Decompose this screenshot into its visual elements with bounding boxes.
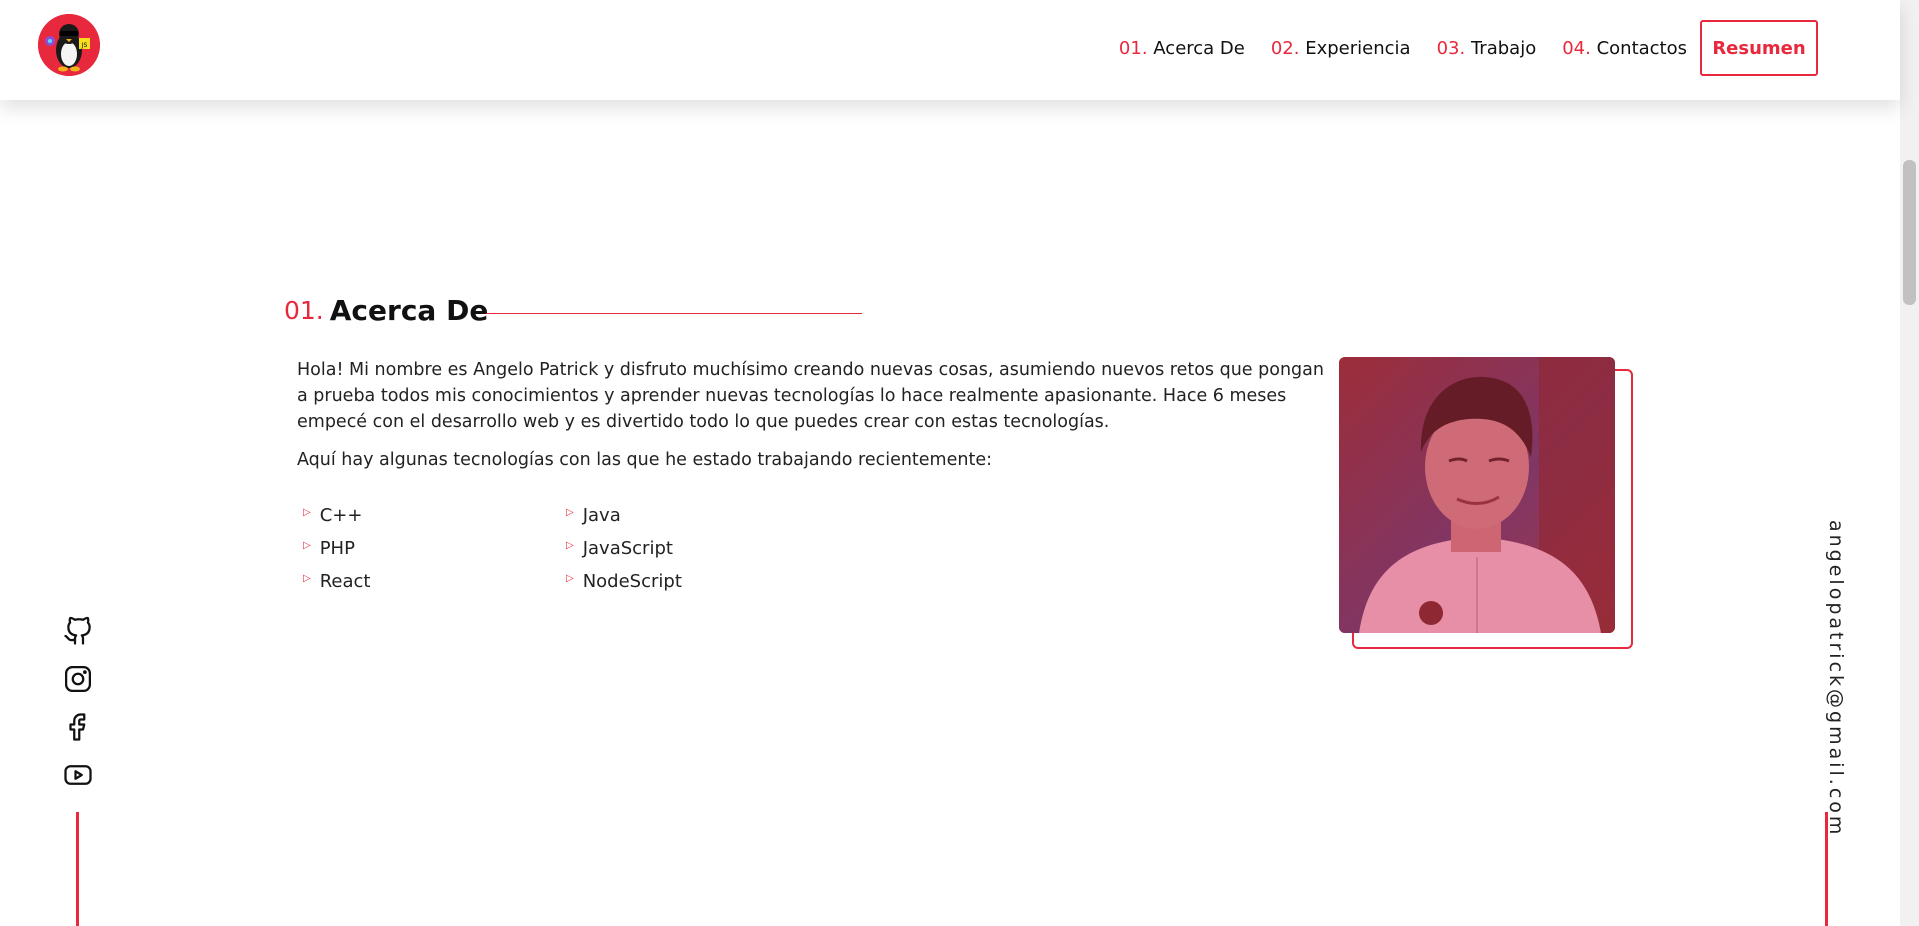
list-item: ▷ JavaScript xyxy=(566,536,726,562)
section-title: 01. Acerca De xyxy=(284,294,488,327)
instagram-icon[interactable] xyxy=(63,664,93,694)
email-link[interactable]: angelopatrick@gmail.com xyxy=(1825,520,1847,837)
left-vertical-line xyxy=(76,812,79,926)
about-paragraph-2: Aquí hay algunas tecnologías con las que… xyxy=(297,450,992,470)
penguin-logo-icon: JS xyxy=(38,14,100,76)
list-item: ▷ Java xyxy=(566,503,726,529)
technology-list: ▷ C++ ▷ Java ▷ PHP ▷ JavaScript ▷ React ▷ Node… xyxy=(303,503,723,595)
main-nav: 01. Acerca De 02. Experiencia 03. Trabaj… xyxy=(1119,0,1687,96)
section-divider xyxy=(486,313,862,314)
list-item: ▷ PHP xyxy=(303,536,566,562)
triangle-bullet-icon: ▷ xyxy=(303,540,311,551)
scrollbar-thumb[interactable] xyxy=(1903,160,1916,305)
github-icon[interactable] xyxy=(63,616,93,646)
nav-item-contactos[interactable]: 04. Contactos xyxy=(1562,38,1687,59)
facebook-icon[interactable] xyxy=(63,712,93,742)
about-paragraph-1: Hola! Mi nombre es Angelo Patrick y disf… xyxy=(297,360,1324,432)
youtube-icon[interactable] xyxy=(63,760,93,790)
triangle-bullet-icon: ▷ xyxy=(566,507,574,518)
site-header: JS 01. Acerca De 02. Experiencia 03. Tra… xyxy=(0,0,1900,100)
nav-item-trabajo[interactable]: 03. Trabajo xyxy=(1437,38,1537,59)
profile-photo-image xyxy=(1339,357,1615,633)
nav-item-experiencia[interactable]: 02. Experiencia xyxy=(1271,38,1411,59)
nav-item-acerca[interactable]: 01. Acerca De xyxy=(1119,38,1245,59)
section-number: 01. xyxy=(284,296,324,325)
list-item: ▷ NodeScript xyxy=(566,569,726,595)
social-links xyxy=(62,616,94,790)
triangle-bullet-icon: ▷ xyxy=(303,507,311,518)
triangle-bullet-icon: ▷ xyxy=(566,540,574,551)
logo[interactable]: JS xyxy=(38,14,100,76)
right-vertical-line xyxy=(1825,812,1828,926)
list-item: ▷ React xyxy=(303,569,566,595)
resume-button[interactable]: Resumen xyxy=(1700,20,1818,76)
profile-photo[interactable] xyxy=(1339,357,1615,633)
page-scrollbar[interactable] xyxy=(1900,0,1919,926)
list-item: ▷ C++ xyxy=(303,503,566,529)
js-badge: JS xyxy=(81,42,88,49)
section-heading: Acerca De xyxy=(329,294,489,327)
triangle-bullet-icon: ▷ xyxy=(566,573,574,584)
triangle-bullet-icon: ▷ xyxy=(303,573,311,584)
